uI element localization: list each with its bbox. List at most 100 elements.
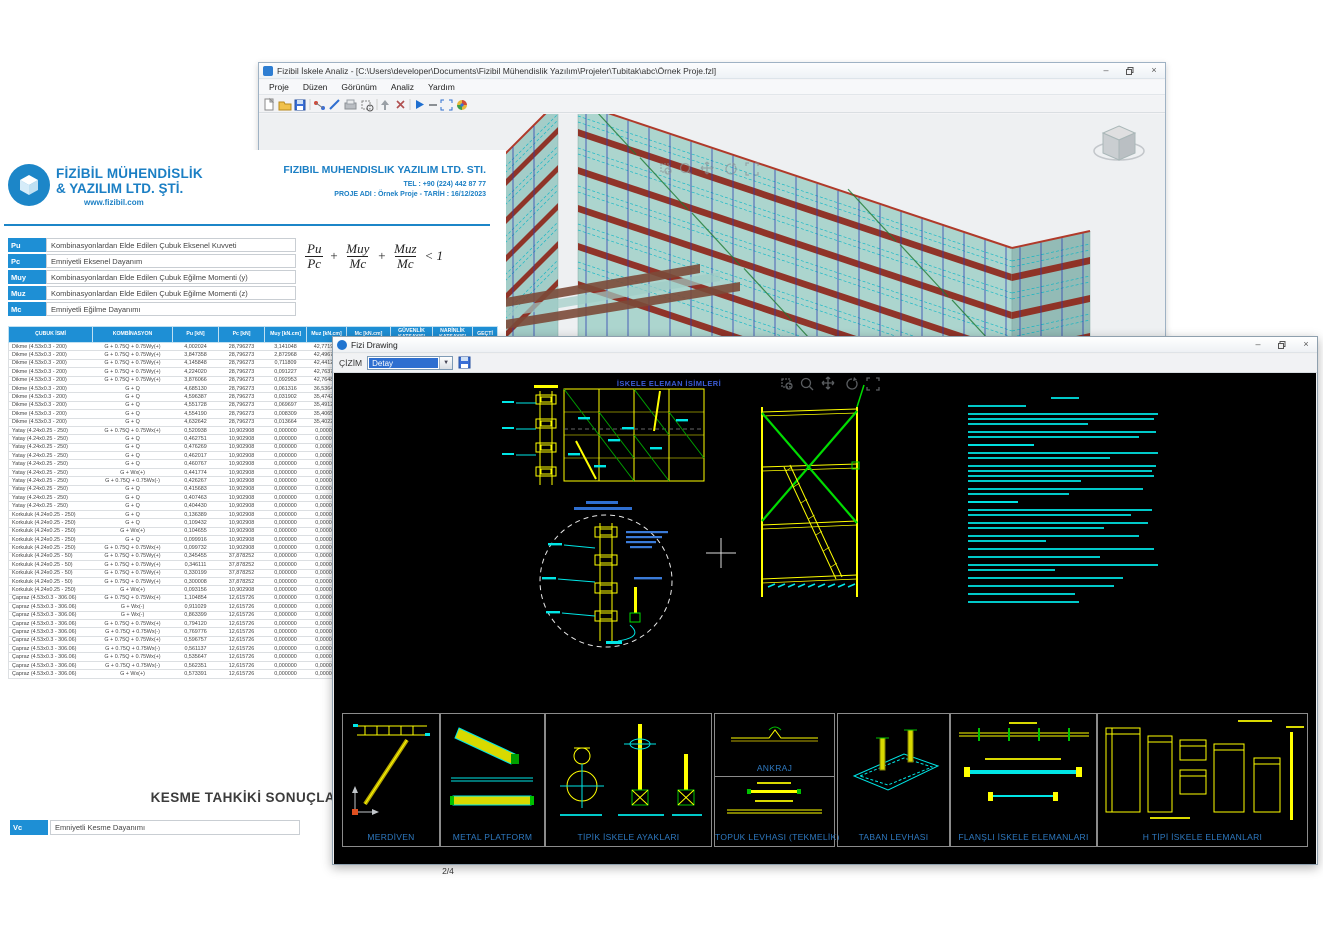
table-cell: 0,441774 — [172, 468, 219, 478]
menu-analiz[interactable]: Analiz — [385, 81, 420, 93]
table-cell: 3,876066 — [172, 376, 219, 385]
table-cell: Yatay (4.24x0.25 - 250) — [8, 501, 93, 511]
table-cell: 0,000000 — [264, 569, 307, 578]
cad-nav-icons[interactable] — [780, 375, 884, 393]
table-cell: Çapraz (4.53x0.3 - 306.06) — [8, 627, 93, 637]
table-cell: 28,796273 — [218, 392, 265, 402]
table-cell: Yatay (4.24x0.25 - 250) — [8, 493, 93, 503]
menu-duzen[interactable]: Düzen — [297, 81, 334, 93]
panel-merdiven: MERDİVEN — [342, 713, 440, 847]
panel-ankraj: ANKRAJ — [715, 714, 834, 777]
move-up-icon — [381, 99, 389, 110]
close-button[interactable]: × — [1147, 65, 1161, 76]
def-desc: Emniyetli Eğilme Dayanımı — [46, 302, 296, 316]
drawing-select-combo[interactable]: Detay ▼ — [367, 356, 454, 370]
navigation-cube[interactable] — [1091, 120, 1147, 174]
table-cell: 0,000000 — [264, 602, 307, 612]
table-cell: 0,863399 — [172, 611, 219, 620]
table-cell: Yatay (4.24x0.25 - 250) — [8, 451, 93, 461]
table-cell: 28,796273 — [218, 342, 265, 352]
table-cell: 28,796273 — [218, 401, 265, 411]
table-cell: Korkuluk (4.24x0.25 - 50) — [8, 577, 93, 587]
table-cell: G + Q — [92, 418, 173, 427]
report-header: FİZİBİL MÜHENDİSLİK & YAZILIM LTD. ŞTİ. … — [0, 160, 496, 222]
note-text-line — [968, 444, 1034, 446]
close-button[interactable]: × — [1299, 339, 1313, 350]
note-text-line — [968, 601, 1079, 603]
table-cell: 0,000000 — [264, 527, 307, 537]
panel-label: FLANŞLI İSKELE ELEMANLARI — [958, 832, 1089, 842]
table-cell: Korkuluk (4.24x0.25 - 250) — [8, 510, 93, 520]
table-cell: 3,847358 — [172, 350, 219, 360]
viewport-nav-icons[interactable] — [659, 160, 763, 178]
table-cell: 0,000000 — [264, 543, 307, 553]
table-cell: Dikme (4.53x0.3 - 200) — [8, 342, 93, 352]
table-cell: 0,000000 — [264, 426, 307, 436]
def-desc: Kombinasyonlardan Elde Edilen Çubuk Eğil… — [46, 286, 296, 300]
results-col-header: Muy [kN.cm] — [264, 326, 307, 343]
table-cell: Dikme (4.53x0.3 - 200) — [8, 350, 93, 360]
table-cell: 0,091227 — [264, 367, 307, 377]
table-cell: Yatay (4.24x0.25 - 250) — [8, 485, 93, 495]
cad-canvas[interactable]: İSKELE ELEMAN İSİMLERİ MERDİVEN METAL PL… — [334, 373, 1316, 864]
table-cell: 28,796273 — [218, 376, 265, 385]
table-cell: Dikme (4.53x0.3 - 200) — [8, 418, 93, 427]
table-cell: G + 0.75Q + 0.75Wy(+) — [92, 560, 173, 570]
cad-titlebar[interactable]: Fizi Drawing – × — [333, 337, 1317, 353]
table-cell: G + 0.75Q + 0.75Wx(-) — [92, 476, 173, 486]
menu-yardim[interactable]: Yardım — [422, 81, 461, 93]
table-cell: G + 0.75Q + 0.75Wy(+) — [92, 342, 173, 352]
viewer3d-titlebar[interactable]: Fizibil İskele Analiz - [C:\Users\develo… — [259, 63, 1165, 79]
table-cell: 0,345455 — [172, 552, 219, 562]
minimize-button[interactable]: – — [1099, 65, 1113, 76]
table-cell: 1,104854 — [172, 594, 219, 604]
zoom-window-icon — [361, 100, 374, 111]
save-drawing-icon[interactable] — [458, 356, 472, 370]
app-icon — [263, 65, 273, 76]
table-cell: 0,000000 — [264, 585, 307, 595]
minimize-button[interactable]: – — [1251, 339, 1265, 350]
table-cell: 0,426267 — [172, 476, 219, 486]
table-cell: Dikme (4.53x0.3 - 200) — [8, 367, 93, 377]
menu-proje[interactable]: Proje — [263, 81, 295, 93]
table-cell: G + Wx(+) — [92, 468, 173, 478]
company-logo-icon — [8, 164, 50, 206]
chevron-down-icon[interactable]: ▼ — [439, 357, 453, 369]
table-cell: 0,109432 — [172, 518, 219, 528]
def-desc: Kombinasyonlardan Elde Edilen Çubuk Ekse… — [46, 238, 296, 252]
restore-button[interactable] — [1275, 339, 1289, 350]
brand-website: www.fizibil.com — [84, 198, 144, 207]
table-cell: G + 0.75Q + 0.75Wx(+) — [92, 543, 173, 553]
table-cell: Korkuluk (4.24x0.25 - 50) — [8, 560, 93, 570]
table-cell: 0,092953 — [264, 376, 307, 385]
table-cell: 0,000000 — [264, 443, 307, 453]
table-cell: Korkuluk (4.24x0.25 - 50) — [8, 552, 93, 562]
table-cell: Çapraz (4.53x0.3 - 306.06) — [8, 644, 93, 654]
table-cell: 10,902908 — [218, 476, 265, 486]
def-symbol: Muy — [8, 270, 46, 284]
project-line: PROJE ADI : Örnek Proje - TARİH : 16/12/… — [334, 191, 486, 198]
table-cell: 10,902908 — [218, 443, 265, 453]
table-cell: Dikme (4.53x0.3 - 200) — [8, 392, 93, 402]
table-cell: G + 0.75Q + 0.75Wy(+) — [92, 552, 173, 562]
table-cell: 0,000000 — [264, 485, 307, 495]
table-cell: 0,000000 — [264, 636, 307, 646]
table-cell: 0,000000 — [264, 535, 307, 545]
table-cell: G + 0.75Q + 0.75Wx(+) — [92, 619, 173, 629]
note-text-line — [1051, 397, 1079, 399]
table-cell: 0,000000 — [264, 493, 307, 503]
table-cell: 0,711809 — [264, 359, 307, 369]
table-cell: 28,796273 — [218, 359, 265, 369]
toolbar-icons[interactable] — [263, 97, 487, 112]
menu-gorunum[interactable]: Görünüm — [335, 81, 382, 93]
table-cell: 0,000000 — [264, 468, 307, 478]
table-cell: 37,878252 — [218, 569, 265, 578]
restore-button[interactable] — [1123, 65, 1137, 76]
table-cell: 0,069697 — [264, 401, 307, 411]
note-text-line — [968, 452, 1159, 454]
table-cell: 0,104655 — [172, 527, 219, 537]
restore-icon — [1126, 66, 1134, 75]
viewer3d-toolbar[interactable] — [259, 96, 1165, 113]
company-header-block: FIZIBIL MUHENDISLIK YAZILIM LTD. STI. TE… — [206, 164, 486, 198]
panel-label: METAL PLATFORM — [452, 832, 533, 842]
